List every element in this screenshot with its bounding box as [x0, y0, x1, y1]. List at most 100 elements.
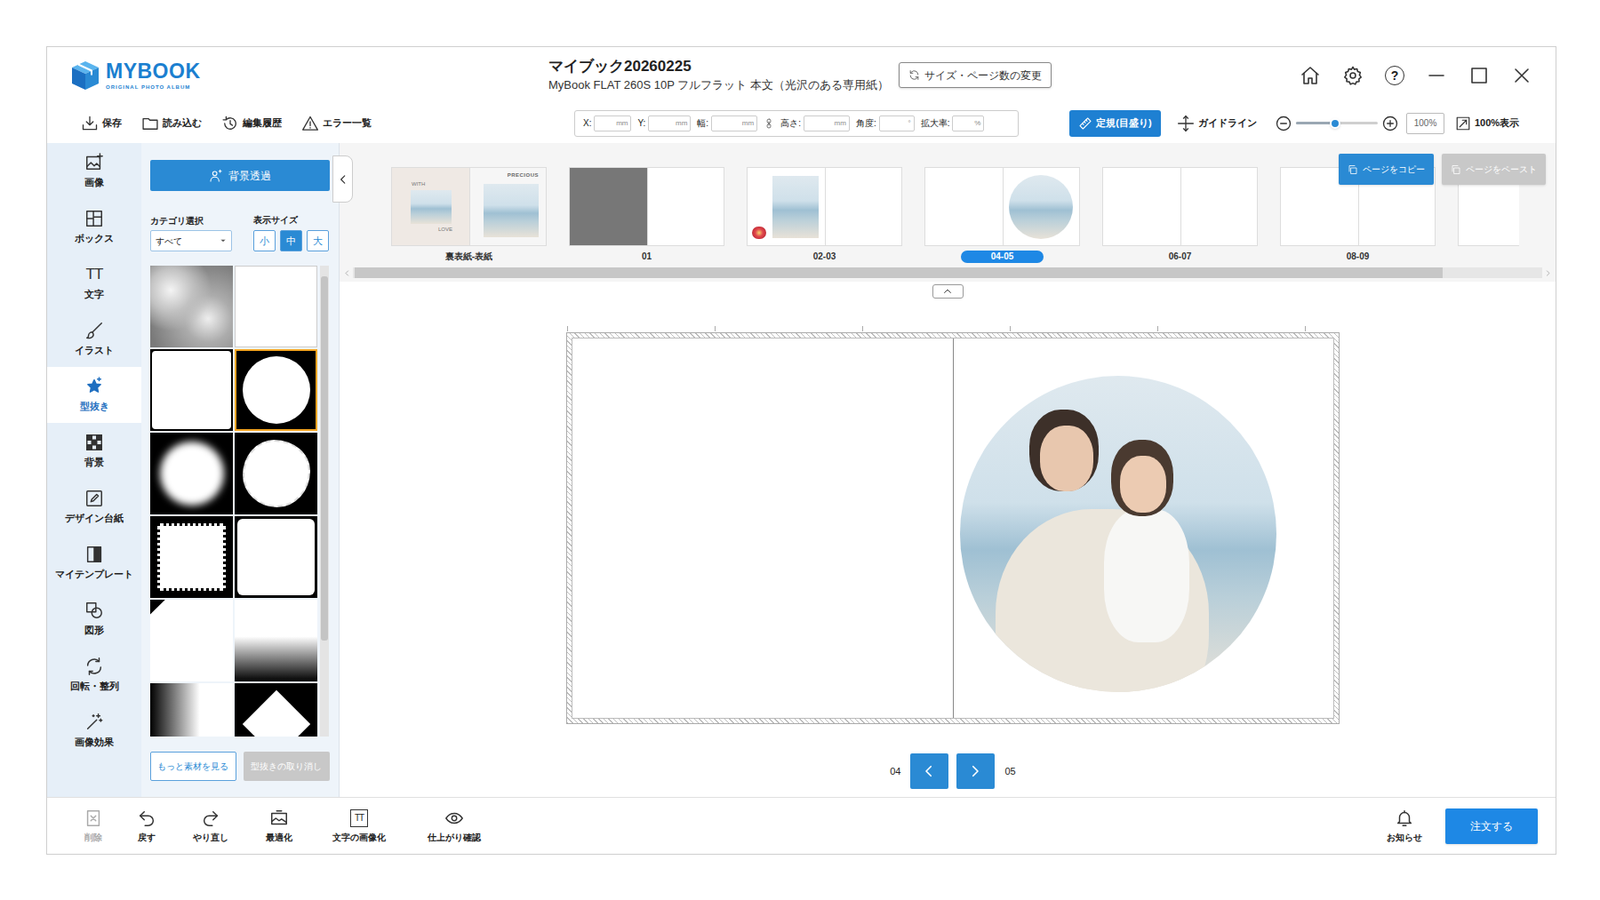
next-page-button[interactable]: [956, 753, 995, 790]
maximize-button[interactable]: [1468, 64, 1490, 87]
sidebar-item[interactable]: 回転・整列: [47, 647, 142, 704]
bottom-action-label: 削除: [84, 831, 103, 845]
bottom-action[interactable]: 最適化: [256, 808, 302, 845]
zoom-slider[interactable]: [1296, 118, 1378, 129]
copy-page-button[interactable]: ページをコピー: [1338, 153, 1434, 185]
chevron-left-icon: [343, 269, 352, 278]
page-thumb-label: 08-09: [1346, 250, 1370, 264]
resize-button[interactable]: サイズ・ページ数の変更: [898, 62, 1052, 88]
size-option[interactable]: 大: [306, 230, 329, 252]
box-icon: [84, 208, 104, 229]
sidebar-item[interactable]: 画像効果: [47, 703, 142, 760]
text-glyph-icon: TT: [86, 264, 104, 285]
mask-thumb[interactable]: [234, 349, 318, 432]
mask-scrollbar[interactable]: [320, 265, 329, 737]
settings-button[interactable]: [1342, 64, 1364, 87]
order-button[interactable]: 注文する: [1445, 808, 1538, 845]
home-button[interactable]: [1299, 64, 1321, 87]
chevron-right-icon: [967, 763, 984, 780]
left-page[interactable]: [572, 338, 953, 719]
size-option[interactable]: 小: [253, 230, 276, 252]
toolbar-action[interactable]: エラー一覧: [301, 114, 372, 133]
mask-thumb[interactable]: [150, 600, 233, 682]
property-input[interactable]: [597, 117, 616, 130]
bottom-action[interactable]: 仕上がり確認: [416, 808, 492, 845]
help-glyph: ?: [1391, 69, 1400, 82]
sidebar-item[interactable]: 背景: [47, 423, 142, 480]
toolbar: 保存読み込む編集履歴エラー一覧X:mmY:mm幅:mm高さ:mm角度:°拡大率:…: [47, 103, 1556, 144]
ruler-toggle[interactable]: 定規(目盛り): [1069, 110, 1161, 137]
zoom-knob[interactable]: [1329, 118, 1341, 129]
page-thumb[interactable]: 06-07: [1102, 167, 1258, 264]
mask-thumb[interactable]: [234, 683, 318, 737]
help-button[interactable]: ?: [1384, 65, 1405, 86]
minimize-button[interactable]: [1425, 64, 1448, 87]
sidebar-item[interactable]: 画像: [47, 143, 142, 200]
sidebar-item-label: 図形: [84, 623, 104, 639]
remove-background-button[interactable]: 背景透過: [150, 160, 330, 192]
zoom-out-button[interactable]: [1274, 114, 1293, 133]
close-button[interactable]: [1511, 64, 1533, 87]
fit-button[interactable]: 100%表示: [1455, 115, 1520, 132]
bottom-action[interactable]: やり直し: [182, 808, 240, 845]
aspect-lock[interactable]: [763, 118, 775, 129]
optimize-icon: [269, 808, 289, 829]
bottom-action[interactable]: 戻す: [128, 808, 165, 845]
collapse-strip-button[interactable]: [932, 284, 964, 299]
logo[interactable]: MYBOOKORIGINAL PHOTO ALBUM: [70, 59, 549, 92]
logo-text: MYBOOK: [105, 61, 201, 82]
page-spread: [566, 332, 1340, 725]
guide-toggle[interactable]: ガイドライン: [1176, 114, 1257, 133]
mask-thumb[interactable]: [234, 516, 318, 599]
zoom-in-button[interactable]: [1381, 114, 1400, 133]
size-option[interactable]: 中: [280, 230, 303, 252]
toolbar-action[interactable]: 編集履歴: [221, 114, 282, 133]
page-thumb[interactable]: 04-05: [924, 167, 1080, 264]
property-input[interactable]: [651, 117, 676, 130]
document-title: マイブック20260225MyBook FLAT 260S 10P フルフラット…: [548, 57, 887, 93]
property-label: 高さ:: [780, 116, 801, 130]
property-input[interactable]: [955, 117, 975, 130]
category-select[interactable]: すべて: [150, 230, 232, 252]
prev-page-button[interactable]: [910, 753, 949, 790]
mask-thumb[interactable]: [150, 432, 233, 515]
sidebar-item-label: マイテンプレート: [55, 567, 134, 583]
mask-thumb[interactable]: [234, 432, 318, 515]
mask-thumb[interactable]: [234, 600, 318, 682]
mask-thumb[interactable]: [150, 683, 233, 737]
sidebar-item[interactable]: ボックス: [47, 199, 142, 256]
bottom-action-label: 仕上がり確認: [427, 831, 481, 845]
sidebar-item[interactable]: 型抜き: [47, 367, 142, 424]
mask-thumb[interactable]: [150, 265, 233, 348]
property-unit: mm: [616, 118, 628, 129]
zoom-value[interactable]: 100%: [1406, 112, 1445, 135]
sidebar-item-label: 背景: [84, 455, 104, 471]
guide-icon: [1176, 114, 1195, 133]
selected-photo[interactable]: [960, 376, 1277, 693]
mask-thumb[interactable]: [150, 516, 233, 599]
mask-thumb[interactable]: [150, 349, 233, 432]
mask-thumb[interactable]: [234, 265, 318, 348]
sidebar-item[interactable]: 図形: [47, 591, 142, 648]
property-input[interactable]: [882, 117, 909, 130]
more-materials-button[interactable]: もっと素材を見る: [150, 752, 237, 782]
page-thumb[interactable]: 02-03: [746, 167, 903, 264]
toolbar-action[interactable]: 保存: [80, 114, 122, 133]
bottom-action[interactable]: TT文字の画像化: [319, 808, 400, 845]
collapse-panel-button[interactable]: [332, 155, 353, 203]
sidebar-item[interactable]: イラスト: [47, 311, 142, 368]
sidebar-item[interactable]: TT文字: [47, 255, 142, 312]
notice-button[interactable]: お知らせ: [1382, 808, 1427, 845]
property-input[interactable]: [714, 117, 743, 130]
right-page-number: 05: [1005, 764, 1016, 780]
sidebar-item[interactable]: マイテンプレート: [47, 535, 142, 592]
person-icon: [208, 168, 224, 184]
property-input[interactable]: [807, 117, 835, 130]
page-thumb[interactable]: WITHLOVEPRECIOUS裏表紙-表紙: [391, 167, 547, 264]
toolbar-action[interactable]: 読み込む: [141, 114, 202, 133]
toolbar-action-label: 保存: [102, 115, 122, 131]
right-page[interactable]: [952, 338, 1335, 719]
page-strip-scrollbar[interactable]: [339, 267, 1556, 279]
sidebar-item[interactable]: デザイン台紙: [47, 479, 142, 536]
page-thumb[interactable]: 01: [568, 167, 725, 264]
